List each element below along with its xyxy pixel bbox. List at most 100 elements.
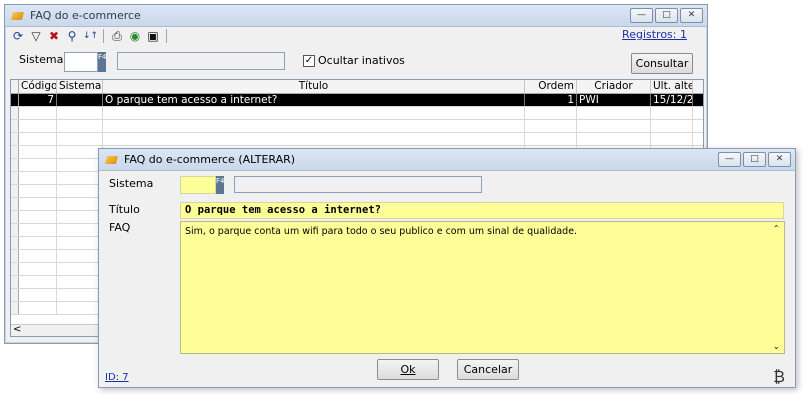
clear-filter-icon[interactable]: ✖ [47,29,61,43]
sistema-description-field [234,176,482,193]
empty-table-row[interactable] [11,107,703,120]
close-button[interactable]: ✕ [768,152,791,167]
minimize-button[interactable]: — [630,8,653,23]
row-marker [11,250,19,262]
col-codigo[interactable]: Código [19,80,57,93]
id-link[interactable]: ID: 7 [105,372,129,383]
row-marker [11,302,19,314]
registros-link[interactable]: Registros: 1 [622,28,687,41]
empty-cell [103,133,525,145]
empty-cell [103,120,525,132]
cell-titulo: O parque tem acesso a internet? [103,94,525,106]
empty-cell [57,107,103,119]
app-icon [11,9,25,23]
scroll-left-arrow[interactable]: < [13,324,21,335]
faq-textarea[interactable]: Sim, o parque conta um wifi para todo o … [180,221,785,354]
empty-cell [651,133,693,145]
empty-cell [57,289,103,301]
empty-cell [19,289,57,301]
f4-lookup-button[interactable]: F4 [98,52,106,72]
col-criador[interactable]: Criador [577,80,651,93]
row-marker [11,211,19,223]
titulo-label: Título [109,203,140,216]
empty-cell [57,302,103,314]
edit-titlebar[interactable]: FAQ do e-commerce (ALTERAR) — □ ✕ [99,149,795,171]
print-icon[interactable]: ⎙ [110,29,124,43]
scroll-up-icon[interactable]: ⌃ [773,224,780,233]
empty-cell [57,250,103,262]
empty-table-row[interactable] [11,133,703,146]
col-ult-altera[interactable]: Ult. altera [651,80,693,93]
empty-cell [19,211,57,223]
edit-window: FAQ do e-commerce (ALTERAR) — □ ✕ Sistem… [98,148,796,388]
empty-cell [19,198,57,210]
attachment-icon[interactable]: ₿ [773,367,785,387]
col-ordem[interactable]: Ordem [525,80,577,93]
empty-cell [651,107,693,119]
row-marker [11,172,19,184]
empty-cell [57,120,103,132]
row-marker [11,237,19,249]
filter-icon[interactable]: ▽ [29,29,43,43]
empty-cell [19,107,57,119]
cancelar-button[interactable]: Cancelar [457,359,519,380]
search-icon[interactable]: ⚲ [65,29,79,43]
empty-cell [19,263,57,275]
faq-scrollbar[interactable]: ⌃ ⌄ [770,222,784,353]
consultar-button[interactable]: Consultar [631,53,693,74]
row-marker [11,198,19,210]
main-titlebar[interactable]: FAQ do e-commerce — □ ✕ [5,5,707,27]
row-marker [11,276,19,288]
cell-codigo: 7 [19,94,57,106]
sistema-input[interactable] [180,176,216,194]
empty-cell [19,224,57,236]
empty-cell [651,120,693,132]
sort-icon[interactable]: ↓↑ [83,29,98,43]
save-icon[interactable]: ▣ [146,29,160,43]
grid-header: Código Sistema Título Ordem Criador Ult.… [11,80,703,94]
empty-cell [19,133,57,145]
empty-cell [57,159,103,171]
empty-cell [57,185,103,197]
col-titulo[interactable]: Título [103,80,525,93]
scroll-down-icon[interactable]: ⌄ [773,342,780,351]
col-sistema[interactable]: Sistema [57,80,103,93]
ocultar-inativos-checkbox[interactable]: ✓ [303,55,315,67]
minimize-button[interactable]: — [718,152,741,167]
refresh-icon[interactable]: ⟳ [11,29,25,43]
empty-cell [19,250,57,262]
empty-cell [57,276,103,288]
empty-cell [19,185,57,197]
empty-table-row[interactable] [11,120,703,133]
cell-criador: PWI [577,94,651,106]
sistema-label: Sistema [19,53,64,66]
row-marker [11,289,19,301]
empty-cell [103,107,525,119]
empty-cell [19,172,57,184]
empty-cell [577,107,651,119]
empty-cell [19,237,57,249]
edit-window-title: FAQ do e-commerce (ALTERAR) [124,153,296,166]
empty-cell [577,120,651,132]
maximize-button[interactable]: □ [655,8,678,23]
row-marker [11,263,19,275]
empty-cell [57,146,103,158]
maximize-button[interactable]: □ [743,152,766,167]
row-marker [11,185,19,197]
ok-button[interactable]: Ok [377,359,439,380]
cell-ult-altera: 15/12/20 [653,94,693,106]
f4-lookup-button[interactable]: F4 [216,176,224,194]
row-marker [11,159,19,171]
table-row[interactable]: 7 O parque tem acesso a internet? 1 PWI … [11,94,703,107]
empty-cell [525,133,577,145]
titulo-input[interactable]: O parque tem acesso a internet? [180,202,784,219]
sistema-input[interactable] [64,52,98,72]
close-button[interactable]: ✕ [680,8,703,23]
cell-ordem: 1 [525,94,577,106]
main-window-title: FAQ do e-commerce [30,9,141,22]
toolbar-separator [166,29,167,43]
view-icon[interactable]: ◉ [128,29,142,43]
cancelar-label: Cancelar [463,363,513,376]
ocultar-inativos-label: Ocultar inativos [318,54,405,67]
faq-label: FAQ [109,221,131,234]
